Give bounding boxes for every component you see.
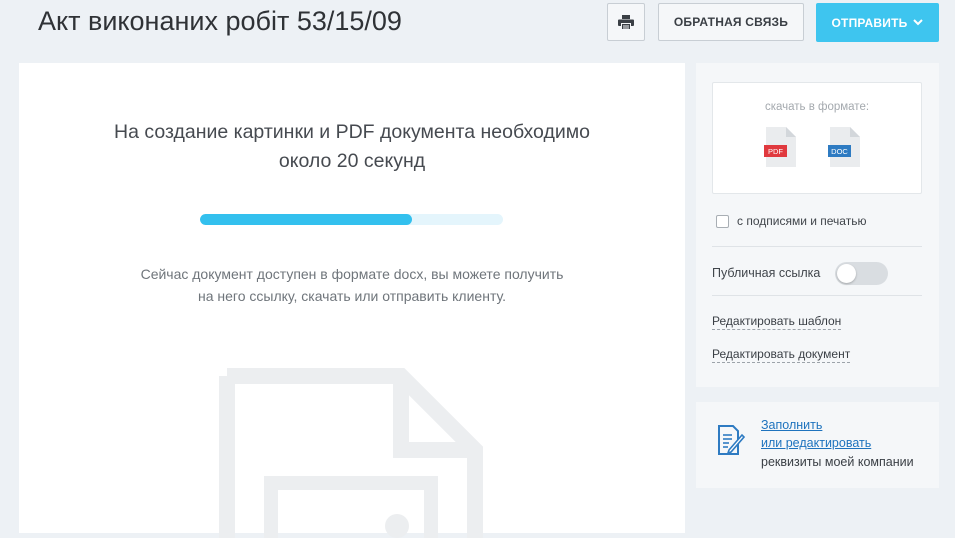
pdf-file-icon: PDF <box>764 127 796 167</box>
availability-note-line2: на него ссылку, скачать или отправить кл… <box>197 288 506 304</box>
send-button-label: ОТПРАВИТЬ <box>831 15 908 30</box>
feedback-button-label: ОБРАТНАЯ СВЯЗЬ <box>673 15 789 29</box>
download-label: скачать в формате: <box>764 101 870 113</box>
print-button[interactable] <box>607 3 645 41</box>
chevron-down-icon <box>913 19 924 26</box>
edit-template-link[interactable]: Редактировать шаблон <box>712 314 842 330</box>
availability-note: Сейчас документ доступен в формате docx,… <box>19 263 685 307</box>
progress-bar-fill <box>200 214 413 225</box>
edit-document-icon <box>718 425 745 455</box>
send-button[interactable]: ОТПРАВИТЬ <box>816 3 939 42</box>
fill-company-link[interactable]: Заполнить <box>761 418 822 432</box>
company-details-panel: Заполнить или редактировать реквизиты мо… <box>696 402 939 488</box>
printer-icon <box>618 14 634 30</box>
divider <box>712 246 922 247</box>
document-image-icon <box>219 368 483 538</box>
feedback-button[interactable]: ОБРАТНАЯ СВЯЗЬ <box>658 3 804 41</box>
signatures-label: с подписями и печатью <box>737 214 867 228</box>
signatures-checkbox[interactable] <box>716 214 729 228</box>
download-box: скачать в формате: PDF DOC <box>712 82 922 194</box>
signatures-option[interactable]: с подписями и печатью <box>716 214 866 228</box>
company-details-text: реквизиты моей компании <box>761 455 914 469</box>
pdf-file-label: PDF <box>768 147 783 156</box>
public-link-toggle[interactable] <box>835 262 888 285</box>
edit-document-link[interactable]: Редактировать документ <box>712 347 851 363</box>
progress-bar <box>200 214 503 225</box>
document-preview-panel: На создание картинки и PDF документа нео… <box>19 63 685 538</box>
doc-file-label: DOC <box>831 147 848 156</box>
page-title: Акт виконаних робіт 53/15/09 <box>38 6 402 36</box>
public-link-label: Публичная ссылка <box>712 266 821 280</box>
download-pdf-button[interactable]: PDF <box>764 127 798 167</box>
divider <box>712 295 922 296</box>
toggle-knob <box>837 264 856 283</box>
edit-company-link[interactable]: или редактировать <box>761 436 871 450</box>
document-options-panel: скачать в формате: PDF DOC с подписями и… <box>696 63 939 387</box>
download-doc-button[interactable]: DOC <box>828 127 862 167</box>
availability-note-line1: Сейчас документ доступен в формате docx,… <box>140 266 564 282</box>
doc-file-icon: DOC <box>828 127 860 167</box>
generation-message: На создание картинки и PDF документа нео… <box>19 118 685 176</box>
generation-message-line1: На создание картинки и PDF документа нео… <box>114 121 590 143</box>
generation-message-line2: около 20 секунд <box>278 150 426 172</box>
